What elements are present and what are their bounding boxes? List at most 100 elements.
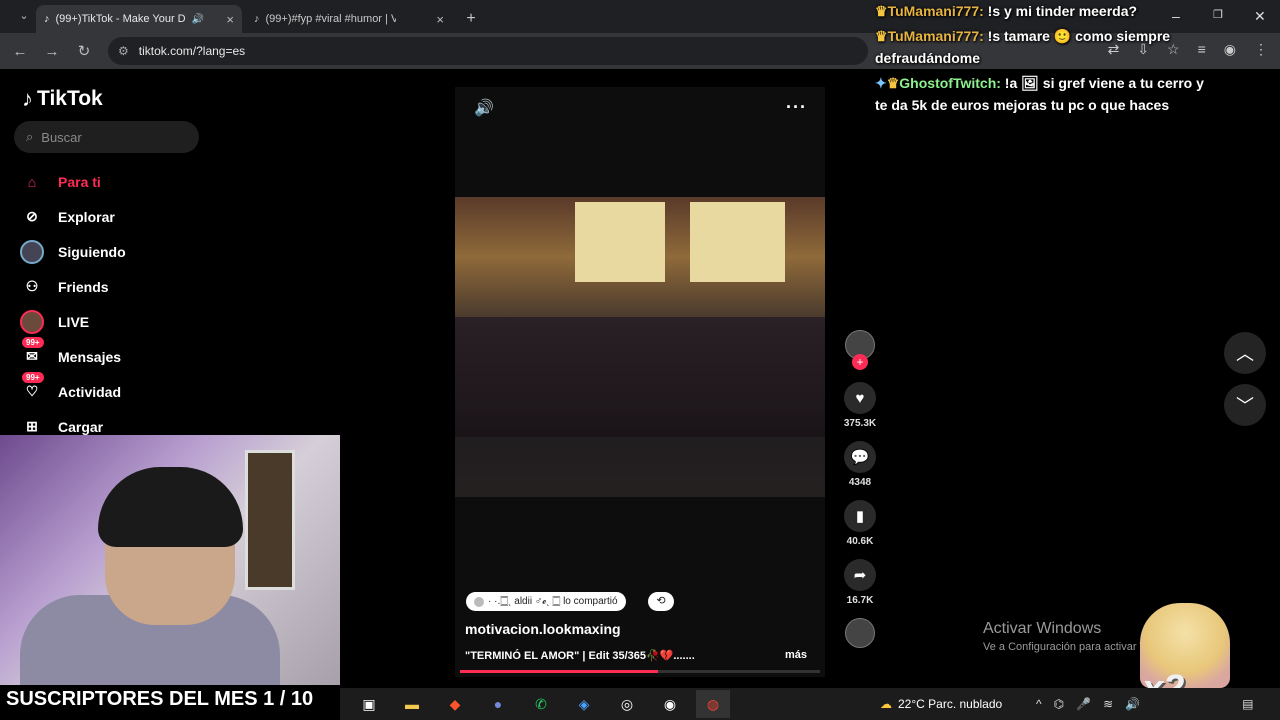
obs-icon[interactable]: ◉ — [653, 690, 687, 718]
comment-count: 4348 — [848, 477, 872, 488]
more-options-icon[interactable]: ··· — [786, 97, 807, 118]
sharer-avatar-icon — [474, 596, 484, 607]
mic-icon[interactable]: 🎤 — [1076, 697, 1091, 711]
search-placeholder: Buscar — [41, 129, 82, 145]
close-window-icon[interactable]: ✕ — [1254, 8, 1266, 25]
music-disc-icon[interactable] — [845, 618, 875, 648]
address-bar[interactable]: ⚙ tiktok.com/?lang=es — [108, 37, 868, 65]
chrome-icon[interactable]: ◍ — [696, 690, 730, 718]
notification-icon[interactable]: ▤ — [1242, 697, 1253, 711]
network-icon[interactable]: ⌬ — [1054, 697, 1064, 711]
comment-icon[interactable]: 💬 — [844, 441, 876, 473]
volume-icon[interactable]: 🔊 — [474, 98, 494, 118]
share-count: 16.7K — [846, 595, 874, 606]
chat-username: GhostofTwitch: — [899, 75, 1001, 91]
brave-icon[interactable]: ◆ — [438, 690, 472, 718]
comment-action[interactable]: 💬 4348 — [840, 441, 880, 488]
tab-tiktok[interactable]: ♪ (99+)TikTok - Make Your Da 🔊 × — [36, 5, 242, 33]
app-icon[interactable]: ◈ — [567, 690, 601, 718]
search-icon: ⌕ — [26, 129, 34, 144]
music-disc[interactable] — [840, 618, 880, 648]
sidebar-item-label: Explorar — [58, 208, 115, 225]
close-tab-icon[interactable]: × — [226, 12, 234, 27]
wifi-icon[interactable]: ≋ — [1103, 697, 1113, 711]
video-caption: "TERMINÓ EL AMOR" | Edit 35/365🥀💔....... — [465, 650, 695, 662]
stream-chat-overlay: ♛TuMamani777: !s y mi tinder meerda? ♛ Tu… — [875, 0, 1205, 119]
tab-fyp[interactable]: ♪ (99+)#fyp #viral #humor | Vide × — [246, 5, 452, 33]
video-author[interactable]: motivacion.lookmaxing — [465, 621, 621, 637]
search-input[interactable]: ⌕ Buscar — [14, 121, 199, 153]
new-tab-button[interactable]: + — [458, 5, 484, 33]
compass-icon: ⊘ — [26, 208, 38, 224]
chat-message: ♛TuMamani777: !s y mi tinder meerda? — [875, 0, 1205, 22]
chevron-down-icon: ﹀ — [1236, 396, 1254, 416]
tab-title: (99+)TikTok - Make Your Da — [55, 13, 186, 25]
more-caption-button[interactable]: más — [785, 649, 807, 661]
crown-icon: ♛ — [886, 75, 900, 91]
action-bar: + ♥ 375.3K 💬 4348 ▮ 40.6K ➦ 16.7K — [840, 330, 880, 660]
like-action[interactable]: ♥ 375.3K — [840, 382, 880, 429]
webcam-overlay — [0, 435, 340, 685]
bookmark-icon[interactable]: ▮ — [844, 500, 876, 532]
sidebar-item-label: Para ti — [58, 173, 101, 190]
repost-icon[interactable]: ⟲ — [648, 592, 674, 611]
sidebar-item-label: LIVE — [58, 313, 90, 330]
whatsapp-icon[interactable]: ✆ — [524, 690, 558, 718]
profile-icon[interactable]: ◉ — [1224, 41, 1236, 58]
shared-by-chip[interactable]: · ·.🀆ˎ aldii ♂ℯˎ 🀆 lo compartió — [466, 592, 626, 611]
sidebar-item-label: Mensajes — [58, 348, 122, 365]
sidebar-item-para-ti[interactable]: ⌂ Para ti — [18, 164, 318, 199]
weather-widget[interactable]: ☁ 22°C Parc. nublado — [880, 697, 1002, 711]
site-info-icon[interactable]: ⚙ — [118, 44, 129, 58]
sidebar-item-explorar[interactable]: ⊘ Explorar — [18, 199, 318, 234]
sidebar-item-label: Siguiendo — [58, 243, 126, 260]
speaker-icon[interactable]: 🔊 — [192, 14, 204, 25]
home-icon: ⌂ — [27, 173, 37, 190]
sidebar-item-siguiendo[interactable]: Siguiendo — [18, 234, 318, 269]
next-video-button[interactable]: ﹀ — [1224, 384, 1266, 426]
save-action[interactable]: ▮ 40.6K — [840, 500, 880, 547]
video-player[interactable] — [455, 197, 825, 497]
tiktok-favicon-icon: ♪ — [254, 13, 260, 25]
sidebar-item-live[interactable]: LIVE — [18, 304, 318, 339]
sidebar-item-friends[interactable]: ⚇ Friends — [18, 269, 318, 304]
save-count: 40.6K — [846, 536, 874, 547]
chat-username: TuMamani777: — [887, 3, 984, 19]
system-tray: ^ ⌬ 🎤 ≋ 🔊 ▤ — [1036, 697, 1253, 711]
video-crowd — [455, 317, 825, 437]
maximize-icon[interactable]: ❐ — [1213, 8, 1223, 21]
logo-text: TikTok — [37, 87, 103, 110]
share-action[interactable]: ➦ 16.7K — [840, 559, 880, 606]
volume-icon[interactable]: 🔊 — [1125, 697, 1140, 711]
sword-icon: ✦ — [875, 75, 887, 91]
discord-icon[interactable]: ● — [481, 690, 515, 718]
following-avatar-icon — [18, 238, 46, 266]
video-sign — [575, 202, 665, 282]
webcam-background-door — [245, 450, 295, 590]
heart-icon[interactable]: ♥ — [844, 382, 876, 414]
follow-plus-icon[interactable]: + — [852, 354, 868, 370]
tab-title: (99+)#fyp #viral #humor | Vide — [265, 13, 396, 25]
video-progress-bar[interactable] — [460, 670, 820, 673]
video-sign — [690, 202, 785, 282]
sidebar-item-label: Cargar — [58, 418, 104, 435]
chat-username: TuMamani777: — [887, 28, 984, 44]
chevron-up-icon[interactable]: ^ — [1036, 697, 1042, 711]
close-tab-icon[interactable]: × — [436, 12, 444, 27]
reload-icon[interactable]: ↻ — [68, 42, 100, 60]
previous-video-button[interactable]: ︿ — [1224, 332, 1266, 374]
weather-icon: ☁ — [880, 697, 892, 711]
forward-icon[interactable]: → — [36, 43, 68, 60]
back-icon[interactable]: ← — [4, 43, 36, 60]
creator-avatar[interactable]: + — [840, 330, 880, 370]
share-icon[interactable]: ➦ — [844, 559, 876, 591]
app-icon[interactable]: ◎ — [610, 690, 644, 718]
tiktok-logo[interactable]: ♪ TikTok — [22, 86, 103, 112]
file-explorer-icon[interactable]: ▬ — [395, 690, 429, 718]
taskview-icon[interactable]: ▣ — [352, 690, 386, 718]
messages-icon: ✉ 99+ — [18, 336, 46, 371]
sidebar-item-actividad[interactable]: ♡ 99+ Actividad — [18, 371, 318, 409]
video-progress-fill — [460, 670, 658, 673]
sidebar-item-mensajes[interactable]: ✉ 99+ Mensajes — [18, 336, 318, 374]
menu-icon[interactable]: ⋮ — [1254, 41, 1268, 58]
